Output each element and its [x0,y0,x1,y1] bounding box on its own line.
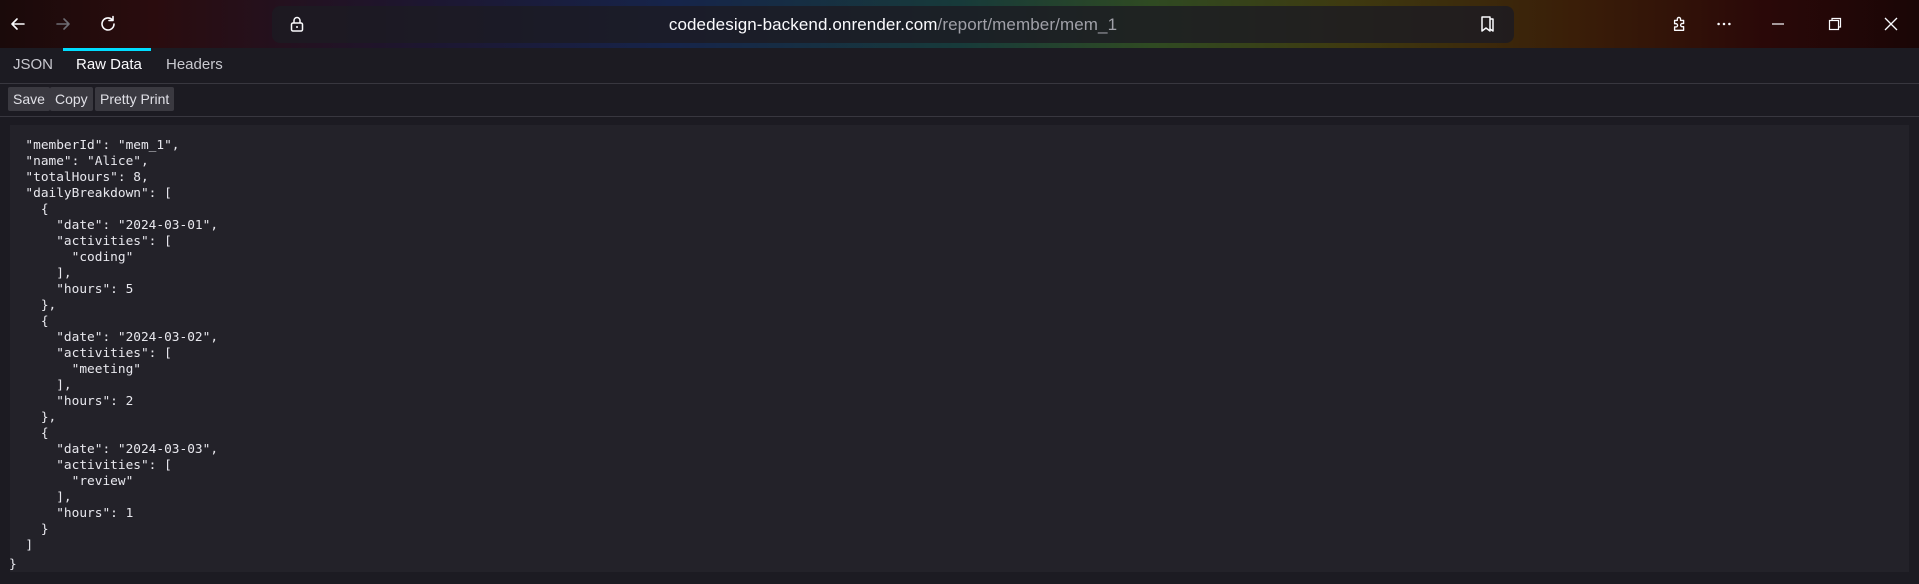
raw-data-toolbar: Save Copy Pretty Print [0,84,1919,117]
url-text[interactable]: codedesign-backend.onrender.com/report/m… [272,15,1514,35]
forward-arrow-icon[interactable] [51,12,75,36]
copy-button[interactable]: Copy [50,87,93,111]
puzzle-icon[interactable] [1668,12,1692,36]
raw-json-text: "memberId": "mem_1", "name": "Alice", "t… [25,138,219,553]
save-button[interactable]: Save [8,87,50,111]
back-arrow-icon[interactable] [6,12,30,36]
tab-headers[interactable]: Headers [153,48,236,83]
restore-icon[interactable] [1823,12,1847,36]
json-close-brace: } [9,557,17,572]
address-bar[interactable]: codedesign-backend.onrender.com/report/m… [272,6,1514,43]
tab-raw-data[interactable]: Raw Data [63,48,155,83]
more-horizontal-icon[interactable] [1712,12,1736,36]
reload-icon[interactable] [96,12,120,36]
url-host: codedesign-backend.onrender.com [668,15,938,34]
reader-view-icon[interactable] [1478,14,1498,34]
tab-json[interactable]: JSON [0,48,66,83]
viewer-tabs: JSON Raw Data Headers [0,48,1919,84]
url-path: /report/member/mem_1 [937,15,1118,34]
pretty-print-button[interactable]: Pretty Print [95,87,175,111]
minimize-icon[interactable] [1766,12,1790,36]
browser-toolbar: codedesign-backend.onrender.com/report/m… [0,0,1919,48]
close-icon[interactable] [1879,12,1903,36]
raw-data-panel: "memberId": "mem_1", "name": "Alice", "t… [10,125,1909,572]
